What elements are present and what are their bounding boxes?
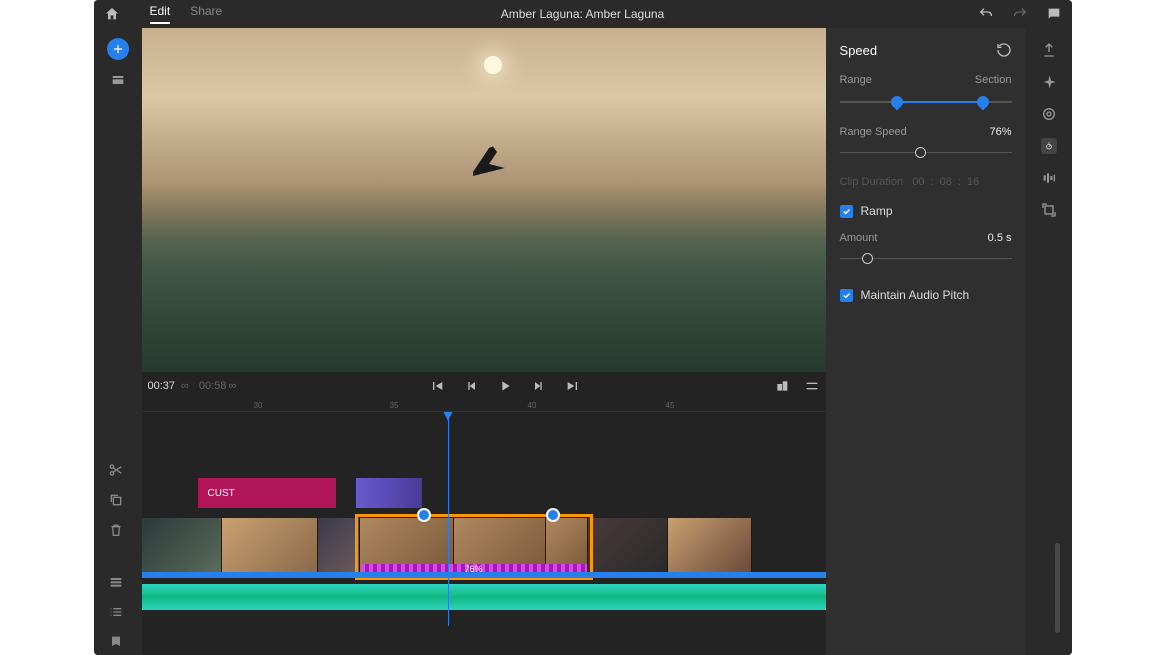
duplicate-icon[interactable] [108, 492, 124, 508]
speed-panel: Speed Range Section Range Speed 76% [826, 28, 1026, 655]
step-forward-icon[interactable] [531, 378, 547, 394]
range-speed-value: 76% [989, 126, 1011, 138]
transform-icon[interactable] [1041, 202, 1057, 218]
clip-thumb[interactable] [142, 518, 222, 572]
overlay-clip[interactable] [356, 478, 422, 508]
loop-icon-2[interactable]: ∞ [228, 380, 236, 392]
list-icon[interactable] [108, 604, 124, 620]
clip-thumb[interactable] [360, 518, 454, 572]
video-track-base [142, 572, 826, 578]
export-icon[interactable] [1041, 42, 1057, 58]
clip-thumb[interactable] [222, 518, 318, 572]
clip-thumb[interactable] [546, 518, 588, 572]
video-track[interactable] [142, 518, 826, 572]
timeline-ruler[interactable]: 30 35 40 45 [142, 400, 826, 412]
scrollbar[interactable] [1055, 543, 1060, 633]
clip-thumb[interactable] [588, 518, 668, 572]
range-end-thumb[interactable] [975, 94, 992, 111]
expand-tracks-icon[interactable] [108, 574, 124, 590]
color-icon[interactable] [1041, 106, 1057, 122]
amount-label: Amount [840, 232, 878, 244]
range-label: Range [840, 74, 872, 86]
audio-track[interactable] [142, 584, 826, 610]
amount-value: 0.5 s [988, 232, 1012, 244]
fullscreen-icon[interactable] [774, 378, 790, 394]
add-button[interactable] [107, 38, 129, 60]
range-slider[interactable] [840, 92, 1012, 112]
section-label[interactable]: Section [975, 74, 1012, 86]
ruler-tick: 40 [528, 401, 537, 410]
tab-edit[interactable]: Edit [150, 4, 171, 24]
step-back-icon[interactable] [463, 378, 479, 394]
trash-icon[interactable] [108, 522, 124, 538]
tab-share[interactable]: Share [190, 4, 222, 24]
clip-thumb[interactable] [318, 518, 360, 572]
amount-thumb[interactable] [862, 253, 873, 264]
speed-range-start-handle[interactable] [417, 508, 431, 522]
playhead[interactable] [448, 412, 449, 626]
play-icon[interactable] [497, 378, 513, 394]
transport-bar: 00:37 ∞ 00:58 ∞ [142, 372, 826, 400]
pitch-checkbox[interactable] [840, 289, 853, 302]
clip-thumb[interactable] [454, 518, 546, 572]
pitch-label: Maintain Audio Pitch [861, 288, 970, 302]
speed-range-end-handle[interactable] [546, 508, 560, 522]
effects-icon[interactable] [1041, 74, 1057, 90]
comment-icon[interactable] [1046, 6, 1062, 22]
marker-icon[interactable] [108, 634, 124, 650]
project-title: Amber Laguna: Amber Laguna [501, 7, 664, 21]
panel-title: Speed [840, 43, 878, 58]
go-start-icon[interactable] [429, 378, 445, 394]
ruler-tick: 45 [666, 401, 675, 410]
go-end-icon[interactable] [565, 378, 581, 394]
options-icon[interactable] [804, 378, 820, 394]
amount-slider[interactable] [840, 250, 1012, 268]
ramp-label: Ramp [861, 204, 893, 218]
current-time: 00:37 [148, 380, 176, 392]
timeline[interactable]: 30 35 40 45 CUST [142, 400, 826, 655]
range-speed-label: Range Speed [840, 126, 907, 138]
scissors-icon[interactable] [108, 462, 124, 478]
right-toolbar [1026, 28, 1072, 655]
undo-icon[interactable] [978, 6, 994, 22]
title-clip[interactable]: CUST [198, 478, 336, 508]
home-icon[interactable] [104, 6, 120, 22]
project-panel-icon[interactable] [110, 72, 126, 88]
video-preview[interactable] [142, 28, 826, 372]
speed-tool-icon[interactable] [1041, 138, 1057, 154]
ramp-checkbox[interactable] [840, 205, 853, 218]
range-speed-thumb[interactable] [915, 147, 926, 158]
top-bar: Edit Share Amber Laguna: Amber Laguna [94, 0, 1072, 28]
range-speed-slider[interactable] [840, 144, 1012, 162]
ruler-tick: 35 [390, 401, 399, 410]
reset-icon[interactable] [996, 42, 1012, 58]
audio-icon[interactable] [1041, 170, 1057, 186]
duration-time: 00:58 [199, 380, 227, 392]
loop-icon[interactable]: ∞ [181, 380, 189, 392]
ruler-tick: 30 [254, 401, 263, 410]
redo-icon[interactable] [1012, 6, 1028, 22]
clip-thumb[interactable] [668, 518, 752, 572]
clip-duration-row: Clip Duration 00:08:16 [840, 176, 1012, 188]
range-start-thumb[interactable] [889, 94, 906, 111]
